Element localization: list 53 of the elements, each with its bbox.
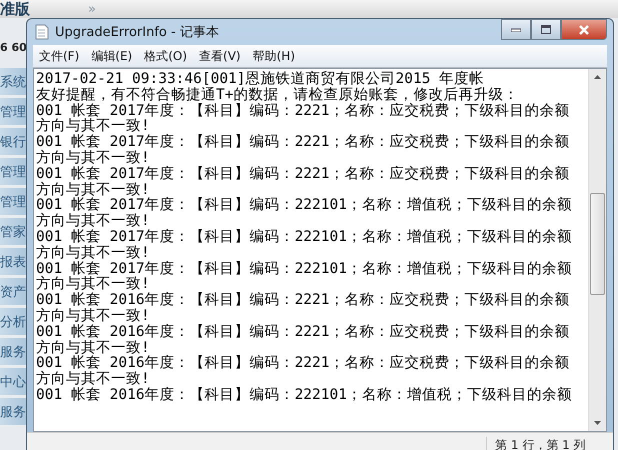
sidebar-item[interactable]: 管理	[0, 188, 28, 215]
cursor-position: 第 1 行，第 1 列	[486, 436, 613, 450]
sidebar-item[interactable]: 管理	[0, 98, 28, 125]
text-line: 方向与其不一致!	[36, 214, 150, 230]
sidebar-item[interactable]: 服务	[0, 338, 28, 365]
menu-item[interactable]: 编辑(E)	[85, 48, 138, 64]
scroll-down-icon[interactable]	[594, 421, 601, 425]
text-line: 方向与其不一致!	[36, 119, 150, 134]
text-line: 001 帐套 2017年度：【科目】编码：222101；名称：增值税；下级科目的余额	[36, 198, 573, 214]
text-line: 001 帐套 2016年度：【科目】编码：2221；名称：应交税费；下级科目的余额	[36, 356, 570, 372]
text-line: 方向与其不一致!	[36, 277, 150, 292]
sidebar-item[interactable]: 管理	[0, 158, 28, 185]
minimize-button[interactable]	[501, 19, 531, 40]
text-line: 001 帐套 2016年度：【科目】编码：2221；名称：应交税费；下级科目的余额	[36, 293, 570, 308]
text-line: 方向与其不一致!	[36, 246, 151, 261]
scroll-thumb[interactable]	[590, 193, 605, 295]
sidebar-item[interactable]: 报表	[0, 248, 28, 275]
text-line: 方向与其不一致!	[36, 340, 150, 356]
close-icon	[578, 24, 590, 34]
sidebar-item[interactable]: 管家	[0, 218, 28, 245]
text-line: 001 帐套 2017年度：【科目】编码：2221；名称：应交税费；下级科目的余额	[36, 166, 570, 182]
sidebar-item[interactable]: 分析	[0, 308, 28, 335]
text-line: 友好提醒，有不符合畅捷通T+的数据，请检查原始账套，修改后再升级：	[36, 88, 520, 103]
document-icon	[35, 24, 49, 40]
close-button[interactable]	[561, 19, 607, 40]
menu-item[interactable]: 文件(F)	[33, 48, 86, 64]
scroll-up-icon[interactable]	[594, 75, 601, 79]
text-line: 方向与其不一致!	[36, 308, 151, 324]
text-line: 方向与其不一致!	[36, 182, 150, 198]
app-title: 准版	[0, 0, 31, 18]
text-line: 2017-02-21 09:33:46[001]恩施铁道商贸有限公司2015 年度帐	[36, 72, 486, 87]
sidebar-item[interactable]: 资产	[0, 278, 28, 305]
maximize-button[interactable]	[531, 19, 561, 40]
menu-item[interactable]: 帮助(H)	[246, 48, 301, 64]
menu-item[interactable]: 格式(O)	[138, 48, 194, 64]
sidebar-item[interactable]: 服务	[0, 398, 28, 425]
text-line: 001 帐套 2017年度：【科目】编码：222101；名称：增值税；下级科目的余额	[36, 262, 573, 277]
sidebar-item[interactable]: 中心	[0, 368, 28, 395]
text-line: 001 帐套 2016年度：【科目】编码：222101；名称：增值税；下级科目的余额	[36, 388, 573, 404]
text-line: 001 帐套 2016年度：【科目】编码：2221；名称：应交税费；下级科目的余额	[36, 324, 570, 340]
menu-item[interactable]: 查看(V)	[193, 48, 247, 64]
maximize-icon	[541, 25, 551, 34]
minimize-icon	[511, 28, 521, 32]
text-line: 方向与其不一致!	[36, 150, 151, 166]
text-line: 方向与其不一致!	[36, 372, 150, 388]
text-line: 001 帐套 2017年度：【科目】编码：2221；名称：应交税费；下级科目的余额	[36, 135, 570, 150]
window-title: UpgradeErrorInfo - 记事本	[55, 24, 219, 41]
text-line: 001 帐套 2017年度：【科目】编码：222101；名称：增值税；下级科目的余额	[36, 230, 573, 245]
text-line: 001 帐套 2017年度：【科目】编码：2221；名称：应交税费；下级科目的余额	[36, 104, 570, 119]
vertical-scrollbar[interactable]	[588, 69, 606, 431]
sidebar-item[interactable]: 系统	[0, 68, 28, 95]
app-version: 6 60	[0, 40, 28, 56]
sidebar-item[interactable]: 银行	[0, 128, 28, 155]
